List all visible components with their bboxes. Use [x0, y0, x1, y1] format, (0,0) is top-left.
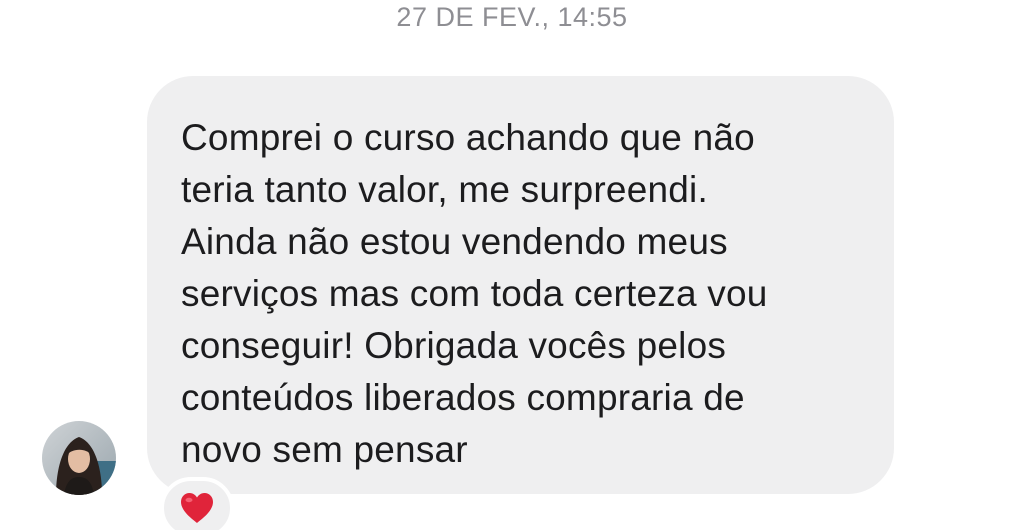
message-text: Comprei o curso achando que não teria ta…: [181, 112, 864, 476]
message-line: conteúdos liberados compraria de: [181, 377, 745, 418]
message-line: Ainda não estou vendendo meus: [181, 221, 728, 262]
user-avatar-photo-icon: [42, 421, 116, 495]
message-bubble[interactable]: Comprei o curso achando que não teria ta…: [147, 76, 894, 494]
red-heart-icon: [181, 493, 213, 523]
message-line: serviços mas com toda certeza vou: [181, 273, 768, 314]
chat-screen: 27 DE FEV., 14:55 Comprei o curso achand…: [0, 0, 1024, 530]
reaction-badge[interactable]: [160, 477, 234, 530]
message-line: Comprei o curso achando que não: [181, 117, 755, 158]
message-timestamp: 27 DE FEV., 14:55: [396, 2, 628, 32]
message-line: teria tanto valor, me surpreendi.: [181, 169, 708, 210]
sender-avatar[interactable]: [42, 421, 116, 495]
message-line: novo sem pensar: [181, 429, 468, 470]
message-line: conseguir! Obrigada vocês pelos: [181, 325, 727, 366]
